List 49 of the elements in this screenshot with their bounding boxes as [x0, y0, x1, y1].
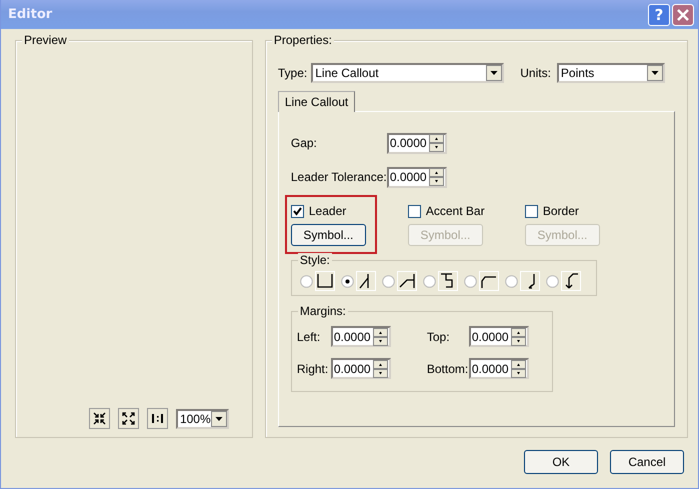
tab[interactable]: Line Callout — [278, 91, 356, 112]
radio-button[interactable] — [422, 274, 436, 288]
field-label: Right: — [296, 362, 330, 376]
actual-size-icon[interactable] — [146, 408, 168, 429]
dialog-button[interactable]: Cancel — [610, 450, 684, 474]
leader-style-icon — [356, 271, 376, 291]
leader-style-icon — [478, 271, 499, 291]
radio-button[interactable] — [504, 274, 518, 288]
zoom-dropdown[interactable]: 100% — [176, 408, 229, 428]
field-label: Bottom: — [426, 362, 469, 376]
dialog-button[interactable]: OK — [524, 450, 598, 474]
type-label: Type: — [278, 66, 308, 80]
close-icon[interactable] — [672, 4, 694, 26]
field-label: Gap: — [290, 136, 318, 150]
group-label: Preview — [22, 33, 69, 47]
help-button[interactable]: ? — [648, 4, 670, 26]
field-label: Left: — [296, 330, 322, 344]
number-field[interactable]: 0.0000 — [386, 132, 447, 154]
type-dropdown[interactable]: Line Callout — [311, 63, 504, 83]
radio-button[interactable] — [340, 274, 354, 288]
window-title: Editor — [8, 7, 52, 22]
radio-button[interactable] — [382, 274, 395, 288]
number-field[interactable]: 0.0000 — [468, 326, 529, 347]
number-field[interactable]: 0.0000 — [330, 326, 391, 347]
zoom-out-icon[interactable] — [118, 408, 139, 429]
units-label: Units: — [520, 66, 551, 80]
leader-style-icon — [438, 271, 458, 291]
field-label: Leader Tolerance: — [290, 170, 387, 184]
radio-button[interactable] — [300, 274, 313, 288]
leader-style-icon — [520, 271, 540, 291]
checkbox-label: Accent Bar — [426, 204, 485, 218]
leader-style-icon — [396, 271, 417, 291]
units-dropdown[interactable]: Points — [556, 63, 665, 83]
group-label: Style: — [298, 253, 332, 267]
field-label: Top: — [426, 330, 451, 344]
checkbox[interactable] — [290, 204, 304, 218]
number-field[interactable]: 0.0000 — [386, 166, 447, 188]
radio-button[interactable] — [464, 274, 477, 288]
group-label: Properties: — [272, 33, 334, 47]
radio-button[interactable] — [546, 274, 559, 288]
leader-style-icon — [314, 271, 335, 291]
group-label: Margins: — [298, 304, 348, 318]
number-field[interactable]: 0.0000 — [468, 358, 529, 379]
leader-style-icon — [560, 271, 581, 291]
checkbox-label: Border — [542, 204, 579, 218]
checkbox-label: Leader — [308, 204, 346, 218]
number-field[interactable]: 0.0000 — [330, 358, 391, 379]
zoom-in-icon[interactable] — [88, 408, 110, 429]
symbol-button[interactable]: Symbol... — [290, 224, 366, 246]
